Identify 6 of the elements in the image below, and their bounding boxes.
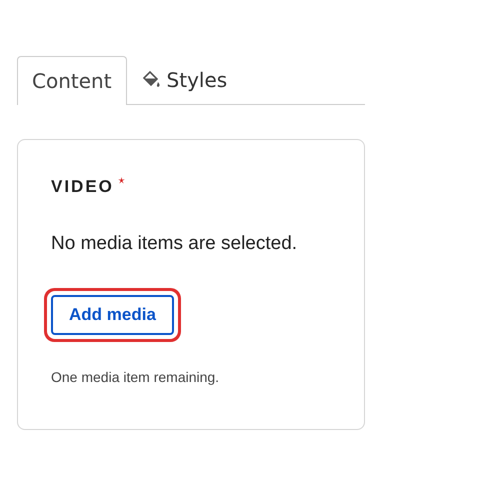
help-text: One media item remaining.: [51, 369, 220, 385]
tab[interactable]: Content: [17, 56, 127, 105]
field-label: VIDEO: [51, 177, 114, 197]
paint-bucket-icon: [140, 70, 161, 90]
empty-message: No media items are selected.: [51, 233, 298, 255]
tab[interactable]: Styles: [126, 56, 242, 105]
